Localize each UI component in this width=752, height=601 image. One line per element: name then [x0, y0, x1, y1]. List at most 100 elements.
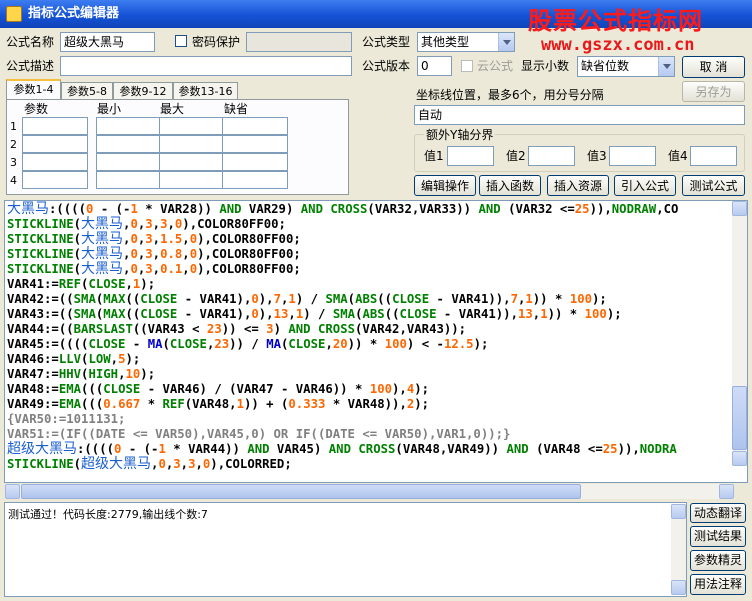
code-token: LOW — [88, 352, 111, 366]
code-line: VAR46:=LLV(LOW,5); — [7, 352, 678, 367]
code-token: AND — [300, 202, 323, 216]
axis-input[interactable]: 自动 — [414, 105, 745, 125]
scroll-right-icon[interactable] — [719, 484, 734, 499]
y-value-2-input[interactable] — [528, 146, 575, 166]
code-token: 100 — [569, 292, 593, 306]
code-token: 100 — [369, 382, 393, 396]
code-token: STICKLINE — [7, 262, 74, 276]
cloud-checkbox[interactable] — [461, 60, 473, 72]
insert-resource-button[interactable]: 插入资源 — [547, 175, 609, 196]
param-cell[interactable] — [222, 117, 288, 135]
import-formula-button[interactable]: 引入公式 — [614, 175, 676, 196]
decimals-select[interactable]: 缺省位数 — [577, 56, 675, 77]
password-checkbox[interactable] — [175, 35, 187, 47]
edit-ops-button[interactable]: 编辑操作 — [414, 175, 476, 196]
code-token: 0 — [158, 457, 166, 471]
tab-params-13-16[interactable]: 参数13-16 — [173, 82, 238, 100]
name-input[interactable]: 超级大黑马 — [60, 32, 155, 52]
y-value-4-input[interactable] — [690, 146, 737, 166]
y-value-3-input[interactable] — [609, 146, 656, 166]
param-cell[interactable] — [159, 117, 225, 135]
param-cell[interactable] — [222, 153, 288, 171]
password-input[interactable] — [246, 32, 352, 52]
code-token: 23 — [206, 322, 222, 336]
test-formula-button[interactable]: 测试公式 — [682, 175, 745, 196]
code-token: ); — [140, 277, 156, 291]
param-cell[interactable] — [159, 171, 225, 189]
code-token: BARSLAST — [73, 322, 133, 336]
code-token: ( — [73, 217, 82, 231]
code-token: ((VAR43 < — [132, 322, 207, 336]
scroll-down-icon[interactable] — [732, 451, 747, 466]
scroll-up-icon[interactable] — [671, 504, 686, 519]
code-token: ); — [473, 337, 489, 351]
test-result-button[interactable]: 测试结果 — [690, 526, 746, 547]
code-token: - (- — [93, 202, 131, 216]
param-cell[interactable] — [159, 135, 225, 153]
code-token: 13 — [517, 307, 533, 321]
param-cell[interactable] — [96, 171, 162, 189]
code-token: CLOSE — [288, 337, 326, 351]
tab-params-9-12[interactable]: 参数9-12 — [113, 82, 173, 100]
param-cell[interactable] — [96, 117, 162, 135]
code-token: ABS — [362, 307, 385, 321]
code-token: ( — [162, 337, 170, 351]
y-value-1-input[interactable] — [447, 146, 494, 166]
param-cell[interactable] — [22, 117, 88, 135]
param-header-name: 参数 — [24, 102, 49, 116]
watermark-title: 股票公式指标网 — [528, 7, 703, 35]
code-token: SMA — [332, 307, 356, 321]
param-cell[interactable] — [22, 135, 88, 153]
code-token: ), — [392, 382, 407, 396]
code-text: 大黑马:((((0 - (-1 * VAR28)) AND VAR29) AND… — [7, 202, 678, 472]
code-token: STICKLINE — [7, 217, 74, 231]
type-select[interactable]: 其他类型 — [417, 32, 515, 52]
param-cell[interactable] — [222, 171, 288, 189]
desc-input[interactable] — [60, 56, 352, 76]
insert-function-button[interactable]: 插入函数 — [479, 175, 541, 196]
output-scrollbar[interactable] — [671, 504, 686, 595]
code-line: 大黑马:((((0 - (-1 * VAR28)) AND VAR29) AND… — [7, 202, 678, 217]
cancel-button[interactable]: 取 消 — [682, 56, 745, 78]
code-token: ( — [73, 262, 82, 276]
code-token: LLV — [58, 352, 82, 366]
output-panel[interactable]: 测试通过！代码长度:2779,输出线个数:7 — [4, 502, 687, 597]
window-title: 指标公式编辑器 — [28, 6, 120, 21]
code-token: REF — [162, 397, 185, 411]
scroll-thumb[interactable] — [732, 386, 747, 450]
chevron-down-icon[interactable] — [498, 33, 514, 51]
code-token: 0 — [251, 307, 259, 321]
code-editor[interactable]: 大黑马:((((0 - (-1 * VAR28)) AND VAR29) AND… — [4, 200, 748, 483]
param-cell[interactable] — [96, 135, 162, 153]
scroll-left-icon[interactable] — [5, 484, 20, 499]
tab-params-1-4[interactable]: 参数1-4 — [6, 79, 61, 100]
code-token: CROSS — [330, 202, 368, 216]
chevron-down-icon[interactable] — [658, 57, 674, 76]
param-cell[interactable] — [22, 171, 88, 189]
editor-vertical-scrollbar[interactable] — [732, 201, 747, 466]
param-cell[interactable] — [159, 153, 225, 171]
param-wizard-button[interactable]: 参数精灵 — [690, 550, 746, 571]
code-token: , — [182, 247, 190, 261]
usage-notes-button[interactable]: 用法注释 — [690, 574, 746, 595]
tab-params-5-8[interactable]: 参数5-8 — [61, 82, 113, 100]
param-cell[interactable] — [222, 135, 288, 153]
cloud-label: 云公式 — [477, 59, 514, 73]
param-cell[interactable] — [96, 153, 162, 171]
code-token: 大黑马 — [81, 231, 124, 247]
version-input[interactable]: 0 — [417, 56, 452, 76]
code-token: (( — [125, 292, 141, 306]
code-line: VAR43:=((SMA(MAX((CLOSE - VAR41),0),13,1… — [7, 307, 678, 322]
scroll-up-icon[interactable] — [732, 201, 747, 216]
dynamic-translate-button[interactable]: 动态翻译 — [690, 503, 746, 523]
code-token: VAR45:=(((( — [7, 337, 89, 351]
code-token: STICKLINE — [7, 232, 74, 246]
scroll-thumb[interactable] — [21, 484, 581, 499]
code-token: 7 — [273, 292, 281, 306]
scroll-down-icon[interactable] — [671, 580, 686, 595]
param-cell[interactable] — [22, 153, 88, 171]
code-token: CLOSE — [169, 337, 207, 351]
editor-horizontal-scrollbar[interactable] — [5, 484, 734, 499]
save-as-button[interactable]: 另存为 — [682, 81, 745, 102]
